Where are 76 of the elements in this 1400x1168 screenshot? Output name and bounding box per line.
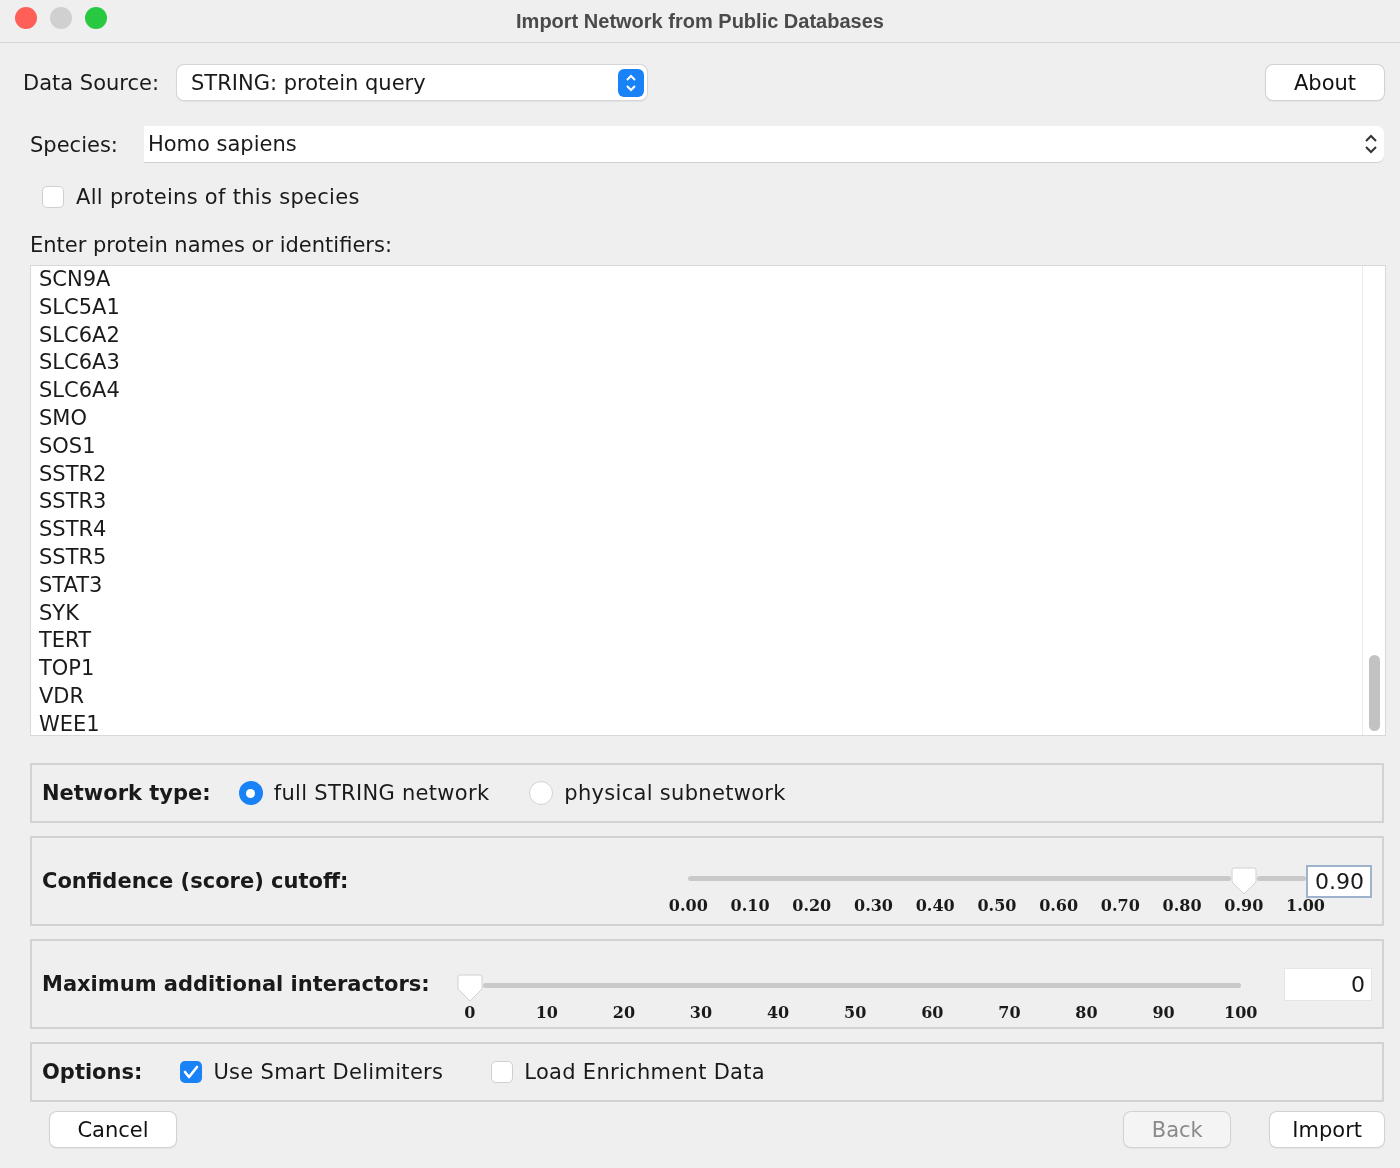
checkbox[interactable] [491, 1061, 514, 1083]
text-area[interactable]: SCN9A SLC5A1 SLC6A2 SLC6A3 SLC6A4 SMO SOS1 SSTR2 SSTR3 SSTR4 SSTR5 STAT3 SYK TERT TOP1 VDR WEE1 [30, 265, 1386, 736]
tick-label: 100 [1224, 1003, 1258, 1022]
slider-thumb[interactable] [1229, 866, 1258, 896]
panel-label: Maximum additional interactors: [42, 972, 430, 996]
window-control[interactable] [15, 7, 37, 29]
slider-thumb[interactable] [455, 973, 484, 1003]
tick-label: 0.10 [730, 896, 770, 915]
tick-label: 30 [689, 1003, 713, 1022]
text-line: SSTR5 [39, 543, 107, 571]
species-dropdown[interactable]: Homo sapiens [143, 126, 1384, 163]
text-line: SLC5A1 [39, 293, 120, 321]
tick-label: 50 [844, 1003, 867, 1022]
tick-label: 60 [921, 1003, 944, 1022]
tick-label: 90 [1152, 1003, 1175, 1022]
radio-button[interactable] [238, 781, 263, 805]
checkbox-label[interactable]: Load Enrichment Data [491, 1060, 765, 1084]
text-line: WEE1 [39, 710, 100, 738]
window-control[interactable] [85, 7, 107, 29]
text-line: SSTR4 [39, 516, 107, 544]
tick-label: 0 [464, 1003, 476, 1022]
value-field[interactable]: 0.90 [1305, 864, 1372, 898]
text-line: SLC6A2 [39, 321, 120, 349]
tick-label: 10 [535, 1003, 558, 1022]
radio-option[interactable]: full STRING network [238, 781, 490, 805]
field-label: Enter protein names or identifiers: [30, 233, 393, 257]
tick-label: 0.30 [854, 896, 893, 915]
tick-label: 0.80 [1162, 896, 1202, 915]
text-line: SMO [39, 405, 87, 432]
text-line: SSTR2 [39, 460, 107, 488]
text-line: SYK [39, 599, 79, 627]
panel-label: Confidence (score) cutoff: [42, 869, 349, 893]
field-label: Data Source: [23, 70, 160, 95]
radio-option[interactable]: physical subnetwork [529, 781, 786, 805]
slider-track[interactable] [1256, 876, 1306, 881]
panel-label: Network type: [42, 781, 211, 805]
tick-label: 0.50 [977, 896, 1017, 915]
slider-track[interactable] [688, 876, 1231, 881]
checkbox-label[interactable]: Use Smart Delimiters [180, 1060, 444, 1084]
radio-button[interactable] [529, 781, 554, 805]
tick-label: 0.40 [915, 896, 955, 915]
tick-label: 0.20 [792, 896, 832, 915]
tick-label: 80 [1075, 1003, 1098, 1022]
checkbox[interactable] [180, 1061, 203, 1083]
checkbox[interactable] [42, 186, 64, 208]
tick-label: 40 [766, 1003, 790, 1022]
field-label: Species: [30, 132, 118, 157]
text-line: SLC6A4 [39, 377, 120, 405]
scrollbar-thumb[interactable] [1368, 655, 1380, 731]
window-title: Import Network from Public Databases [516, 9, 884, 33]
text-line: SOS1 [39, 432, 96, 460]
panel-label: Options: [42, 1060, 143, 1084]
text-line: SLC6A3 [39, 349, 120, 377]
tick-label: 0.00 [668, 896, 708, 915]
text-line: STAT3 [39, 571, 103, 599]
text-line: SCN9A [39, 266, 111, 293]
text-line: TOP1 [39, 655, 95, 683]
tick-label: 20 [612, 1003, 635, 1022]
data-source-dropdown[interactable]: STRING: protein query [177, 65, 648, 100]
checkbox-label[interactable]: All proteins of this species [42, 185, 360, 209]
text-line: VDR [39, 682, 85, 710]
dialog-button[interactable]: Cancel [50, 1112, 176, 1147]
text-line: TERT [39, 627, 91, 655]
about-button[interactable]: About [1266, 65, 1384, 100]
dialog-button[interactable]: Import [1270, 1112, 1384, 1147]
tick-label: 0.90 [1224, 896, 1264, 915]
tick-label: 0.60 [1039, 896, 1079, 915]
tick-label: 0.70 [1100, 896, 1140, 915]
slider-track[interactable] [482, 983, 1241, 988]
value-field[interactable]: 0 [1284, 967, 1372, 1001]
window-control[interactable] [50, 7, 72, 29]
stepper-icon [1364, 133, 1378, 155]
tick-label: 70 [998, 1003, 1021, 1022]
stepper-icon [618, 68, 645, 97]
tick-label: 1.00 [1286, 896, 1325, 915]
text-line: SSTR3 [39, 488, 107, 516]
